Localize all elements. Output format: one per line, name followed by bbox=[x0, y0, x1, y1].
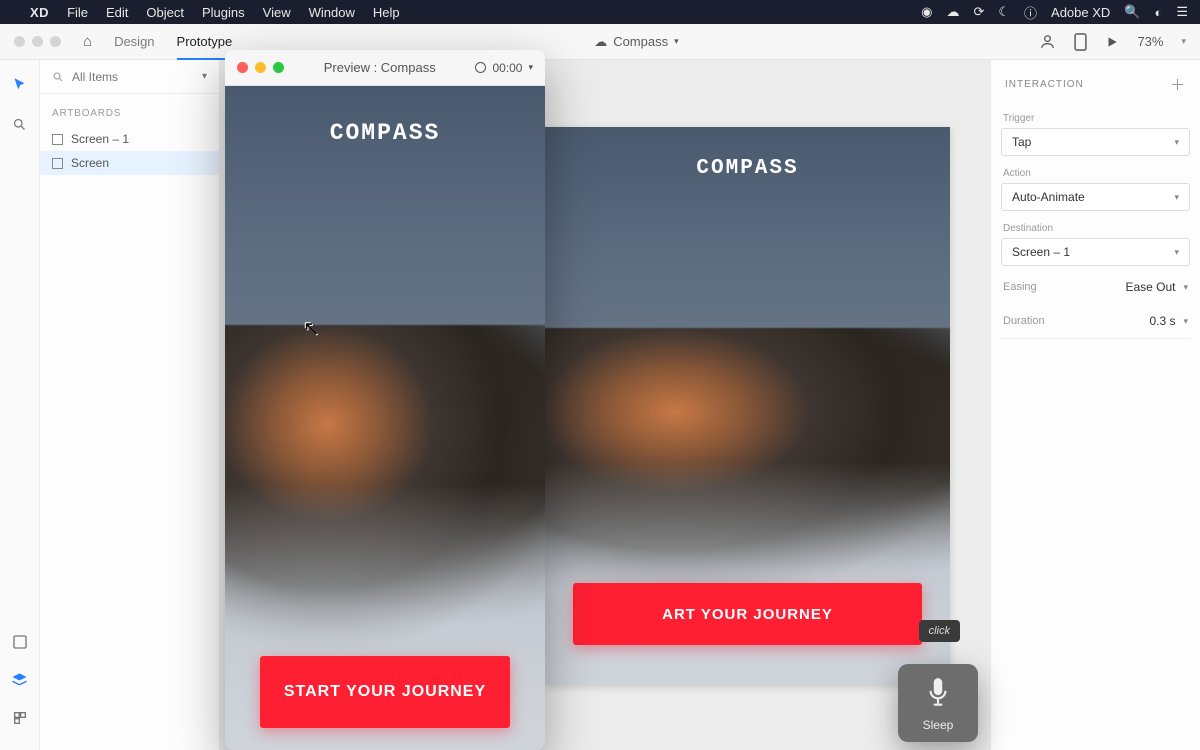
preview-traffic-lights[interactable] bbox=[237, 62, 284, 73]
chevron-down-icon[interactable]: ▾ bbox=[1181, 36, 1186, 47]
moon-icon[interactable]: ☾ bbox=[998, 4, 1010, 20]
menu-edit[interactable]: Edit bbox=[106, 5, 128, 20]
select-tool-icon[interactable] bbox=[10, 74, 30, 94]
chevron-down-icon: ▾ bbox=[1174, 247, 1179, 258]
easing-label: Easing bbox=[1003, 281, 1037, 293]
sync-icon[interactable]: ⟳ bbox=[973, 4, 984, 20]
duration-value: 0.3 s bbox=[1149, 314, 1175, 328]
interaction-inspector: INTERACTION ＋ Trigger Tap ▾ Action Auto-… bbox=[990, 60, 1200, 750]
action-select[interactable]: Auto-Animate ▾ bbox=[1001, 183, 1190, 211]
artboard-icon bbox=[52, 134, 63, 145]
voice-hud[interactable]: Sleep bbox=[898, 664, 978, 742]
artboard-item-label: Screen – 1 bbox=[71, 132, 129, 146]
chevron-down-icon: ▾ bbox=[1183, 282, 1188, 293]
document-name: Compass bbox=[613, 34, 668, 49]
record-control[interactable]: 00:00 ▾ bbox=[475, 61, 533, 75]
preview-title: Preview : Compass bbox=[294, 60, 465, 75]
chevron-down-icon: ▾ bbox=[1183, 316, 1188, 327]
tab-prototype[interactable]: Prototype bbox=[177, 34, 233, 60]
panel-filter[interactable]: All Items ▾ bbox=[40, 60, 219, 94]
zoom-level[interactable]: 73% bbox=[1137, 34, 1163, 49]
preview-viewport[interactable]: COMPASS START YOUR JOURNEY ↖ bbox=[225, 86, 545, 750]
microphone-icon bbox=[925, 676, 951, 710]
artboard-screen[interactable]: COMPASS ART YOUR JOURNEY bbox=[545, 127, 950, 685]
preview-titlebar[interactable]: Preview : Compass 00:00 ▾ bbox=[225, 50, 545, 86]
trigger-select[interactable]: Tap ▾ bbox=[1001, 128, 1190, 156]
filter-label: All Items bbox=[72, 70, 118, 84]
trigger-value: Tap bbox=[1012, 135, 1031, 149]
cta-label: ART YOUR JOURNEY bbox=[662, 606, 833, 623]
destination-select[interactable]: Screen – 1 ▾ bbox=[1001, 238, 1190, 266]
record-icon bbox=[475, 62, 486, 73]
preview-app-title: COMPASS bbox=[225, 120, 545, 146]
chevron-down-icon: ▾ bbox=[202, 71, 207, 82]
tab-design[interactable]: Design bbox=[114, 34, 154, 49]
cta-button[interactable]: ART YOUR JOURNEY bbox=[573, 583, 921, 645]
artboard-item[interactable]: Screen – 1 bbox=[40, 127, 219, 151]
app-name[interactable]: XD bbox=[30, 5, 49, 20]
artboards-panel: All Items ▾ ARTBOARDS Screen – 1 Screen bbox=[40, 60, 220, 750]
artboard-item-label: Screen bbox=[71, 156, 109, 170]
plugins-icon[interactable] bbox=[10, 708, 30, 728]
search-icon bbox=[52, 71, 64, 83]
chevron-down-icon: ▾ bbox=[528, 62, 533, 73]
duration-label: Duration bbox=[1003, 315, 1045, 327]
menu-view[interactable]: View bbox=[263, 5, 291, 20]
destination-value: Screen – 1 bbox=[1012, 245, 1070, 259]
info-icon[interactable]: ⓘ bbox=[1024, 3, 1037, 22]
preview-cta-label: START YOUR JOURNEY bbox=[284, 683, 486, 701]
destination-label: Destination bbox=[1001, 215, 1190, 238]
search-icon[interactable] bbox=[10, 114, 30, 134]
siri-icon[interactable]: ◐ bbox=[1154, 5, 1162, 20]
tool-strip bbox=[0, 60, 40, 750]
artboard-title: COMPASS bbox=[545, 157, 950, 180]
cc-cloud-icon[interactable]: ☁ bbox=[946, 4, 959, 20]
control-center-icon[interactable]: ☰ bbox=[1176, 4, 1188, 20]
layers-icon[interactable] bbox=[10, 670, 30, 690]
easing-value: Ease Out bbox=[1125, 280, 1175, 294]
menu-plugins[interactable]: Plugins bbox=[202, 5, 245, 20]
preview-window: Preview : Compass 00:00 ▾ COMPASS START … bbox=[225, 50, 545, 750]
action-value: Auto-Animate bbox=[1012, 190, 1085, 204]
trigger-label: Trigger bbox=[1001, 105, 1190, 128]
record-timer: 00:00 bbox=[492, 61, 522, 75]
artboard-item[interactable]: Screen bbox=[40, 151, 219, 175]
duration-select[interactable]: 0.3 s ▾ bbox=[1149, 314, 1188, 328]
artboards-section-title: ARTBOARDS bbox=[40, 94, 219, 127]
voice-tooltip: click bbox=[919, 620, 960, 642]
artboard-icon bbox=[52, 158, 63, 169]
xd-toolbar: ⌂ Design Prototype ☁ Compass ▾ 73% ▾ bbox=[0, 24, 1200, 60]
home-icon[interactable]: ⌂ bbox=[83, 33, 92, 50]
menu-window[interactable]: Window bbox=[309, 5, 355, 20]
device-preview-icon[interactable] bbox=[1074, 33, 1087, 51]
libraries-icon[interactable] bbox=[10, 632, 30, 652]
menu-file[interactable]: File bbox=[67, 5, 88, 20]
chevron-down-icon: ▾ bbox=[1174, 137, 1179, 148]
spotlight-icon[interactable]: 🔍 bbox=[1124, 4, 1140, 20]
action-label: Action bbox=[1001, 160, 1190, 183]
macos-menubar: XD File Edit Object Plugins View Window … bbox=[0, 0, 1200, 24]
add-interaction-icon[interactable]: ＋ bbox=[1170, 74, 1186, 95]
cloud-icon: ☁ bbox=[594, 34, 607, 50]
chevron-down-icon: ▾ bbox=[1174, 192, 1179, 203]
account-icon[interactable] bbox=[1039, 33, 1056, 50]
menu-help[interactable]: Help bbox=[373, 5, 400, 20]
chevron-down-icon: ▾ bbox=[674, 36, 679, 47]
document-title[interactable]: ☁ Compass ▾ bbox=[594, 34, 678, 50]
preview-cta-button[interactable]: START YOUR JOURNEY bbox=[260, 656, 510, 728]
inspector-title: INTERACTION bbox=[1005, 79, 1084, 90]
status-circle-icon[interactable]: ◉ bbox=[921, 4, 932, 20]
easing-select[interactable]: Ease Out ▾ bbox=[1125, 280, 1188, 294]
window-traffic-lights[interactable] bbox=[14, 36, 61, 47]
voice-label: Sleep bbox=[923, 718, 954, 732]
play-icon[interactable] bbox=[1105, 35, 1119, 49]
right-app-label[interactable]: Adobe XD bbox=[1051, 5, 1110, 20]
menu-object[interactable]: Object bbox=[146, 5, 184, 20]
